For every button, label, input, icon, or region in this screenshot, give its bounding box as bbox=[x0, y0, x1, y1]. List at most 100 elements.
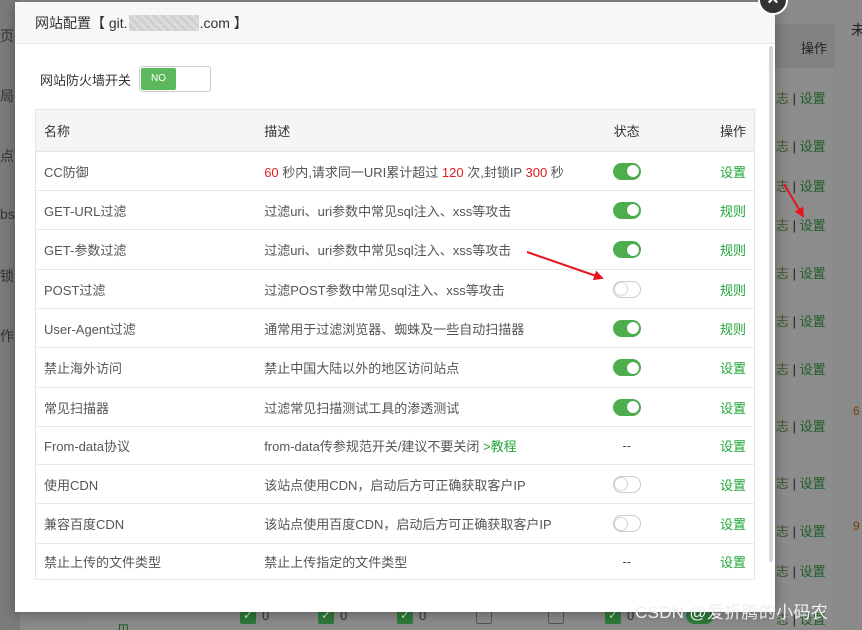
rule-actions: 规则 bbox=[671, 269, 755, 309]
rule-actions: 设置 bbox=[671, 464, 755, 504]
rule-description-text: 该站点使用CDN，启动后方可正确获取客户IP bbox=[264, 477, 526, 493]
rule-description: 该站点使用CDN，启动后方可正确获取客户IP bbox=[256, 464, 582, 504]
cc-description-text: 次,封锁IP bbox=[463, 164, 526, 180]
rule-description: from-data传参规范开关/建议不要关闭 >教程 bbox=[256, 426, 582, 465]
separator: | bbox=[792, 524, 797, 539]
table-row: 禁止海外访问 禁止中国大陆以外的地区访问站点 设置 bbox=[35, 347, 755, 388]
rule-status: -- bbox=[581, 543, 672, 580]
status-toggle[interactable] bbox=[612, 515, 641, 533]
rule-name: 常见扫描器 bbox=[35, 387, 257, 427]
rule-description-text: 该站点使用百度CDN，启动后方可正确获取客户IP bbox=[264, 517, 552, 532]
rule-actions: 设置 bbox=[671, 347, 755, 388]
rules-link[interactable]: 规则 bbox=[720, 322, 746, 337]
log-link[interactable]: 志 bbox=[776, 179, 789, 194]
rules-table-body: CC防御 60 秒内,请求同一URI累计超过 120 次,封锁IP 300 秒设置… bbox=[35, 151, 755, 580]
log-link[interactable]: 志 bbox=[776, 564, 789, 579]
table-row: POST过滤 过滤POST参数中常见sql注入、xss等攻击 规则 bbox=[35, 269, 755, 309]
rule-description-text: 过滤uri、uri参数中常见sql注入、xss等攻击 bbox=[264, 243, 512, 258]
header-operation-label: 操作 bbox=[801, 41, 828, 56]
rule-status bbox=[581, 503, 672, 544]
toggle-knob bbox=[626, 204, 639, 217]
log-link[interactable]: 志 bbox=[776, 266, 789, 281]
separator: | bbox=[792, 476, 797, 491]
settings-link[interactable]: 设置 bbox=[800, 314, 826, 329]
settings-link[interactable]: 设置 bbox=[800, 476, 826, 491]
background-op-cell: 志 | 设置 bbox=[776, 215, 826, 234]
log-link[interactable]: 志 bbox=[776, 362, 789, 377]
status-toggle[interactable] bbox=[612, 359, 641, 377]
modal-scrollbar[interactable] bbox=[769, 46, 773, 562]
settings-link[interactable]: 设置 bbox=[800, 91, 826, 106]
rule-status bbox=[581, 387, 672, 427]
firewall-switch-on-indicator: NO bbox=[141, 68, 177, 90]
status-toggle[interactable] bbox=[612, 319, 641, 337]
log-link[interactable]: 志 bbox=[776, 139, 789, 154]
log-link[interactable]: 志 bbox=[776, 91, 789, 106]
table-row: User-Agent过滤 通常用于过滤浏览器、蜘蛛及一些自动扫描器 规则 bbox=[35, 308, 755, 348]
rules-link[interactable]: 规则 bbox=[720, 283, 746, 298]
firewall-master-switch[interactable]: NO bbox=[139, 66, 212, 92]
rule-name: From-data协议 bbox=[35, 426, 257, 465]
settings-link[interactable]: 设置 bbox=[800, 419, 826, 434]
separator: | bbox=[792, 314, 797, 329]
rule-name: 禁止上传的文件类型 bbox=[35, 543, 257, 580]
settings-link[interactable]: 设置 bbox=[720, 401, 746, 416]
status-toggle[interactable] bbox=[612, 162, 641, 180]
rule-description: 过滤uri、uri参数中常见sql注入、xss等攻击 bbox=[256, 229, 582, 270]
rule-description-text: 过滤常见扫描测试工具的渗透测试 bbox=[264, 400, 460, 416]
log-link[interactable]: 志 bbox=[776, 218, 789, 233]
settings-link[interactable]: 设置 bbox=[800, 564, 826, 579]
firewall-switch-label: 网站防火墙开关 bbox=[40, 72, 132, 88]
rule-name: POST过滤 bbox=[35, 269, 257, 309]
log-link[interactable]: 志 bbox=[776, 314, 789, 329]
separator: | bbox=[792, 362, 797, 377]
settings-link[interactable]: 设置 bbox=[800, 218, 826, 233]
rule-name: 禁止海外访问 bbox=[35, 347, 257, 388]
rule-description-text: 禁止上传指定的文件类型 bbox=[264, 555, 408, 570]
modal-header: 网站配置【 git. .com 】 bbox=[15, 2, 775, 44]
settings-link[interactable]: 设置 bbox=[720, 555, 746, 570]
rule-actions: 设置 bbox=[671, 387, 755, 427]
rule-actions: 设置 bbox=[671, 543, 755, 580]
settings-link[interactable]: 设置 bbox=[800, 524, 826, 539]
rule-description: 过滤uri、uri参数中常见sql注入、xss等攻击 bbox=[256, 190, 582, 230]
tutorial-link[interactable]: >教程 bbox=[483, 439, 517, 454]
rule-name: 使用CDN bbox=[35, 464, 257, 504]
settings-link[interactable]: 设置 bbox=[800, 139, 826, 154]
toggle-knob bbox=[614, 283, 627, 296]
log-link[interactable]: 志 bbox=[776, 476, 789, 491]
log-link[interactable]: 志 bbox=[776, 524, 789, 539]
settings-link[interactable]: 设置 bbox=[720, 165, 746, 180]
settings-link[interactable]: 设置 bbox=[720, 361, 746, 376]
edge-number: 9 bbox=[853, 519, 860, 533]
modal-title-prefix: 网站配置【 git. bbox=[35, 14, 128, 31]
rule-status: -- bbox=[581, 426, 672, 465]
rule-description: 禁止中国大陆以外的地区访问站点 bbox=[256, 347, 582, 388]
rule-status bbox=[581, 347, 672, 388]
toggle-knob bbox=[626, 361, 639, 374]
settings-link[interactable]: 设置 bbox=[800, 362, 826, 377]
status-placeholder: -- bbox=[622, 554, 631, 569]
status-toggle[interactable] bbox=[612, 201, 641, 219]
status-toggle[interactable] bbox=[612, 241, 641, 259]
toggle-knob bbox=[626, 322, 639, 335]
rules-link[interactable]: 规则 bbox=[720, 204, 746, 219]
settings-link[interactable]: 设置 bbox=[720, 478, 746, 493]
table-header-row: 名称 描述 状态 操作 bbox=[35, 109, 755, 152]
rule-name: GET-参数过滤 bbox=[35, 229, 257, 270]
rules-link[interactable]: 规则 bbox=[720, 243, 746, 258]
settings-link[interactable]: 设置 bbox=[800, 179, 826, 194]
rule-description: 该站点使用百度CDN，启动后方可正确获取客户IP bbox=[256, 503, 582, 544]
cc-description-text: 秒内,请求同一URI累计超过 bbox=[278, 164, 442, 180]
status-toggle[interactable] bbox=[612, 475, 641, 493]
status-toggle[interactable] bbox=[612, 280, 641, 298]
settings-link[interactable]: 设置 bbox=[720, 517, 746, 532]
settings-link[interactable]: 设置 bbox=[800, 266, 826, 281]
rule-status bbox=[581, 269, 672, 309]
rule-actions: 规则 bbox=[671, 229, 755, 270]
cc-threshold-value: 120 bbox=[441, 164, 464, 180]
status-toggle[interactable] bbox=[612, 398, 641, 416]
settings-link[interactable]: 设置 bbox=[720, 439, 746, 454]
log-link[interactable]: 志 bbox=[776, 419, 789, 434]
bottom-link[interactable]: m bbox=[118, 619, 129, 630]
